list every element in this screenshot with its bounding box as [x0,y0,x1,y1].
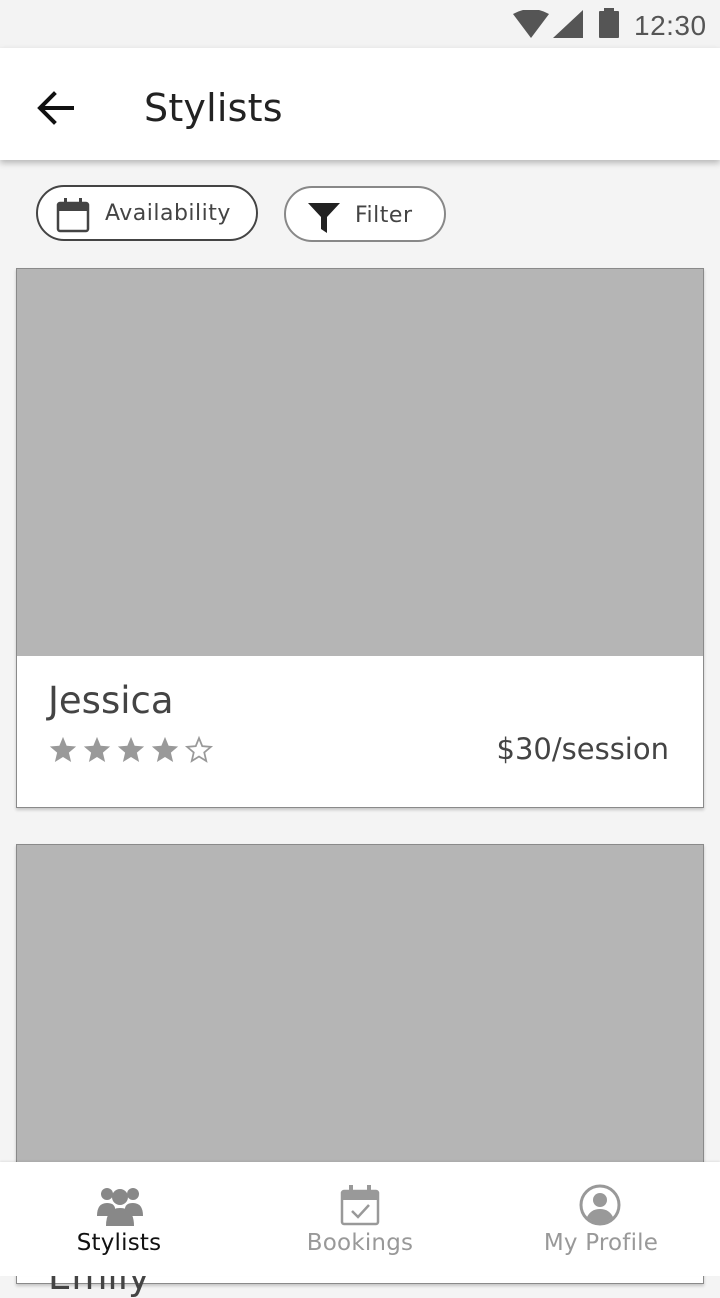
availability-chip[interactable]: Availability [36,185,258,241]
battery-icon [599,8,619,38]
star-filled-icon [151,736,179,762]
signal-icon [553,10,583,38]
wifi-icon [513,10,549,38]
stylist-name: Jessica [48,679,174,722]
filter-chip-label: Filter [355,203,413,228]
calendar-check-icon [340,1185,380,1226]
status-bar: 12:30 [0,0,720,48]
status-time: 12:30 [634,10,707,41]
nav-label-stylists: Stylists [76,1230,162,1256]
nav-item-stylists[interactable]: Stylists [0,1162,240,1276]
stylist-photo [17,845,703,1175]
star-filled-icon [117,736,145,762]
stylist-card[interactable]: Jessica $30/session [16,268,704,808]
star-filled-icon [83,736,111,762]
filter-chip[interactable]: Filter [284,186,446,242]
star-rating [48,735,214,765]
nav-item-bookings[interactable]: Bookings [240,1162,480,1276]
calendar-icon [56,198,90,233]
star-outline-icon [184,735,214,763]
account-circle-icon [579,1184,621,1226]
funnel-icon [308,203,340,233]
nav-item-my-profile[interactable]: My Profile [480,1162,720,1276]
nav-label-my-profile: My Profile [543,1230,659,1256]
availability-chip-label: Availability [105,201,231,226]
page-title: Stylists [144,86,283,130]
stylist-price: $30/session [496,732,669,766]
stylist-photo [17,269,703,656]
nav-label-bookings: Bookings [306,1230,414,1256]
app-bar: Stylists [0,48,720,160]
star-filled-icon [49,736,77,762]
arrow-left-icon[interactable] [36,91,74,125]
bottom-navigation: Stylists Bookings My Profile [0,1162,720,1276]
people-icon [97,1188,143,1226]
